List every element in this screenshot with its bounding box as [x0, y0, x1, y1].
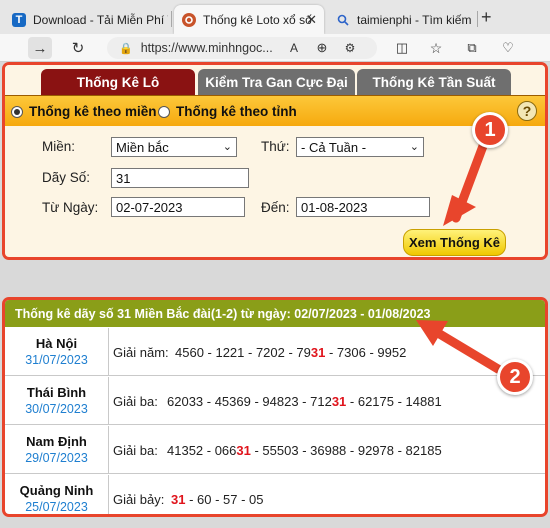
arrow-1-head: [443, 195, 476, 226]
annotation-arrows: [416, 133, 503, 374]
step-1-badge: 1: [472, 112, 508, 148]
step-2-badge: 2: [497, 359, 533, 395]
arrow-2-shaft: [433, 328, 503, 374]
